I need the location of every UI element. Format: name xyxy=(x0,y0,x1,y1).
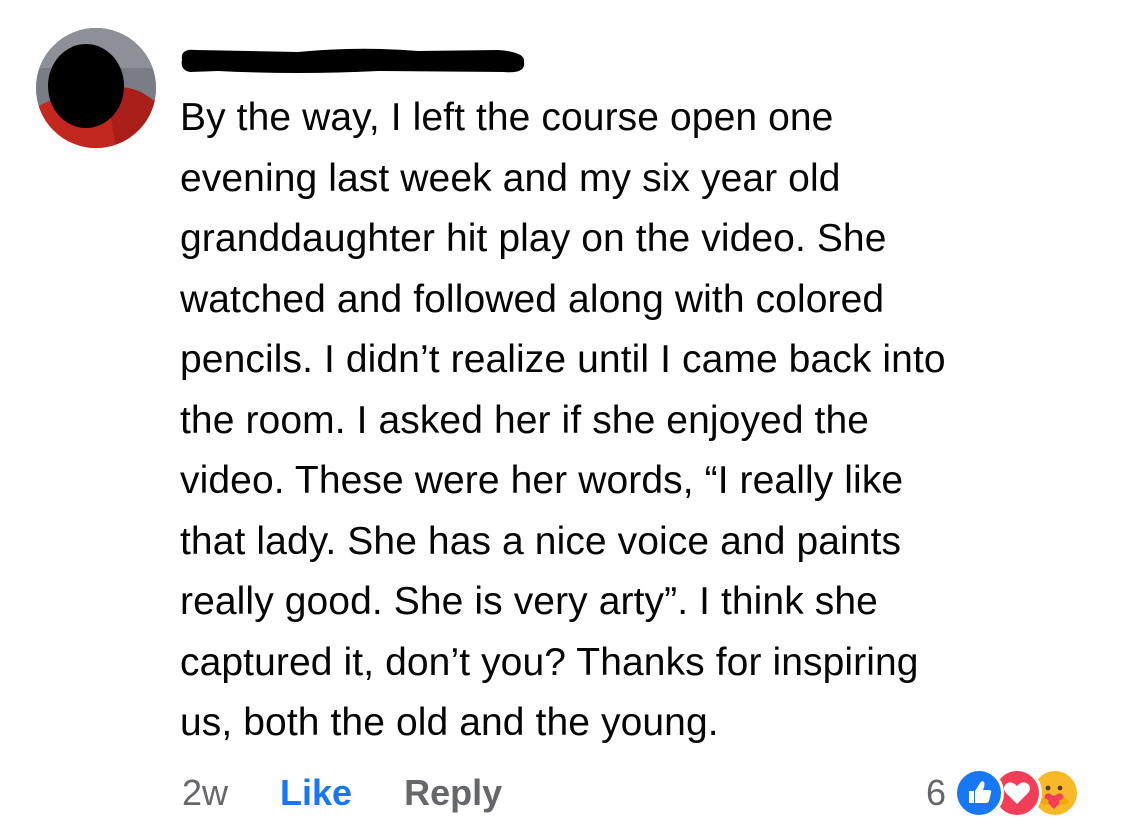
comment-line: that lady. She has a nice voice and pain… xyxy=(180,519,902,563)
like-icon xyxy=(954,768,1004,818)
comment-text: By the way, I left the course open one e… xyxy=(180,88,1110,754)
comment-line: the room. I asked her if she enjoyed the xyxy=(180,398,870,442)
comment-line: pencils. I didn’t realize until I came b… xyxy=(180,338,946,381)
comment-actions: 2w Like Reply xyxy=(182,770,502,816)
reaction-count: 6 xyxy=(925,772,946,813)
reactions-summary[interactable]: 6 xyxy=(926,765,1090,821)
avatar-image xyxy=(36,28,156,148)
comment-line: really good. She is very arty”. I think … xyxy=(180,580,878,623)
comment-line: evening last week and my six year old xyxy=(180,156,841,200)
comment-line: us, both the old and the young. xyxy=(180,701,719,744)
comment-line: captured it, don’t you? Thanks for inspi… xyxy=(180,640,919,684)
comment-timestamp[interactable]: 2w xyxy=(182,772,228,814)
comment-line: granddaughter hit play on the video. She xyxy=(180,217,887,260)
author-name-redacted xyxy=(181,48,525,73)
reaction-icons xyxy=(954,765,1090,821)
like-button[interactable]: Like xyxy=(280,772,352,814)
reply-button[interactable]: Reply xyxy=(404,772,502,814)
comment-line: By the way, I left the course open one xyxy=(180,96,834,139)
comment-line: watched and followed along with colored xyxy=(180,277,885,321)
comment-line: video. These were her words, “I really l… xyxy=(180,459,904,502)
avatar[interactable] xyxy=(36,28,156,148)
